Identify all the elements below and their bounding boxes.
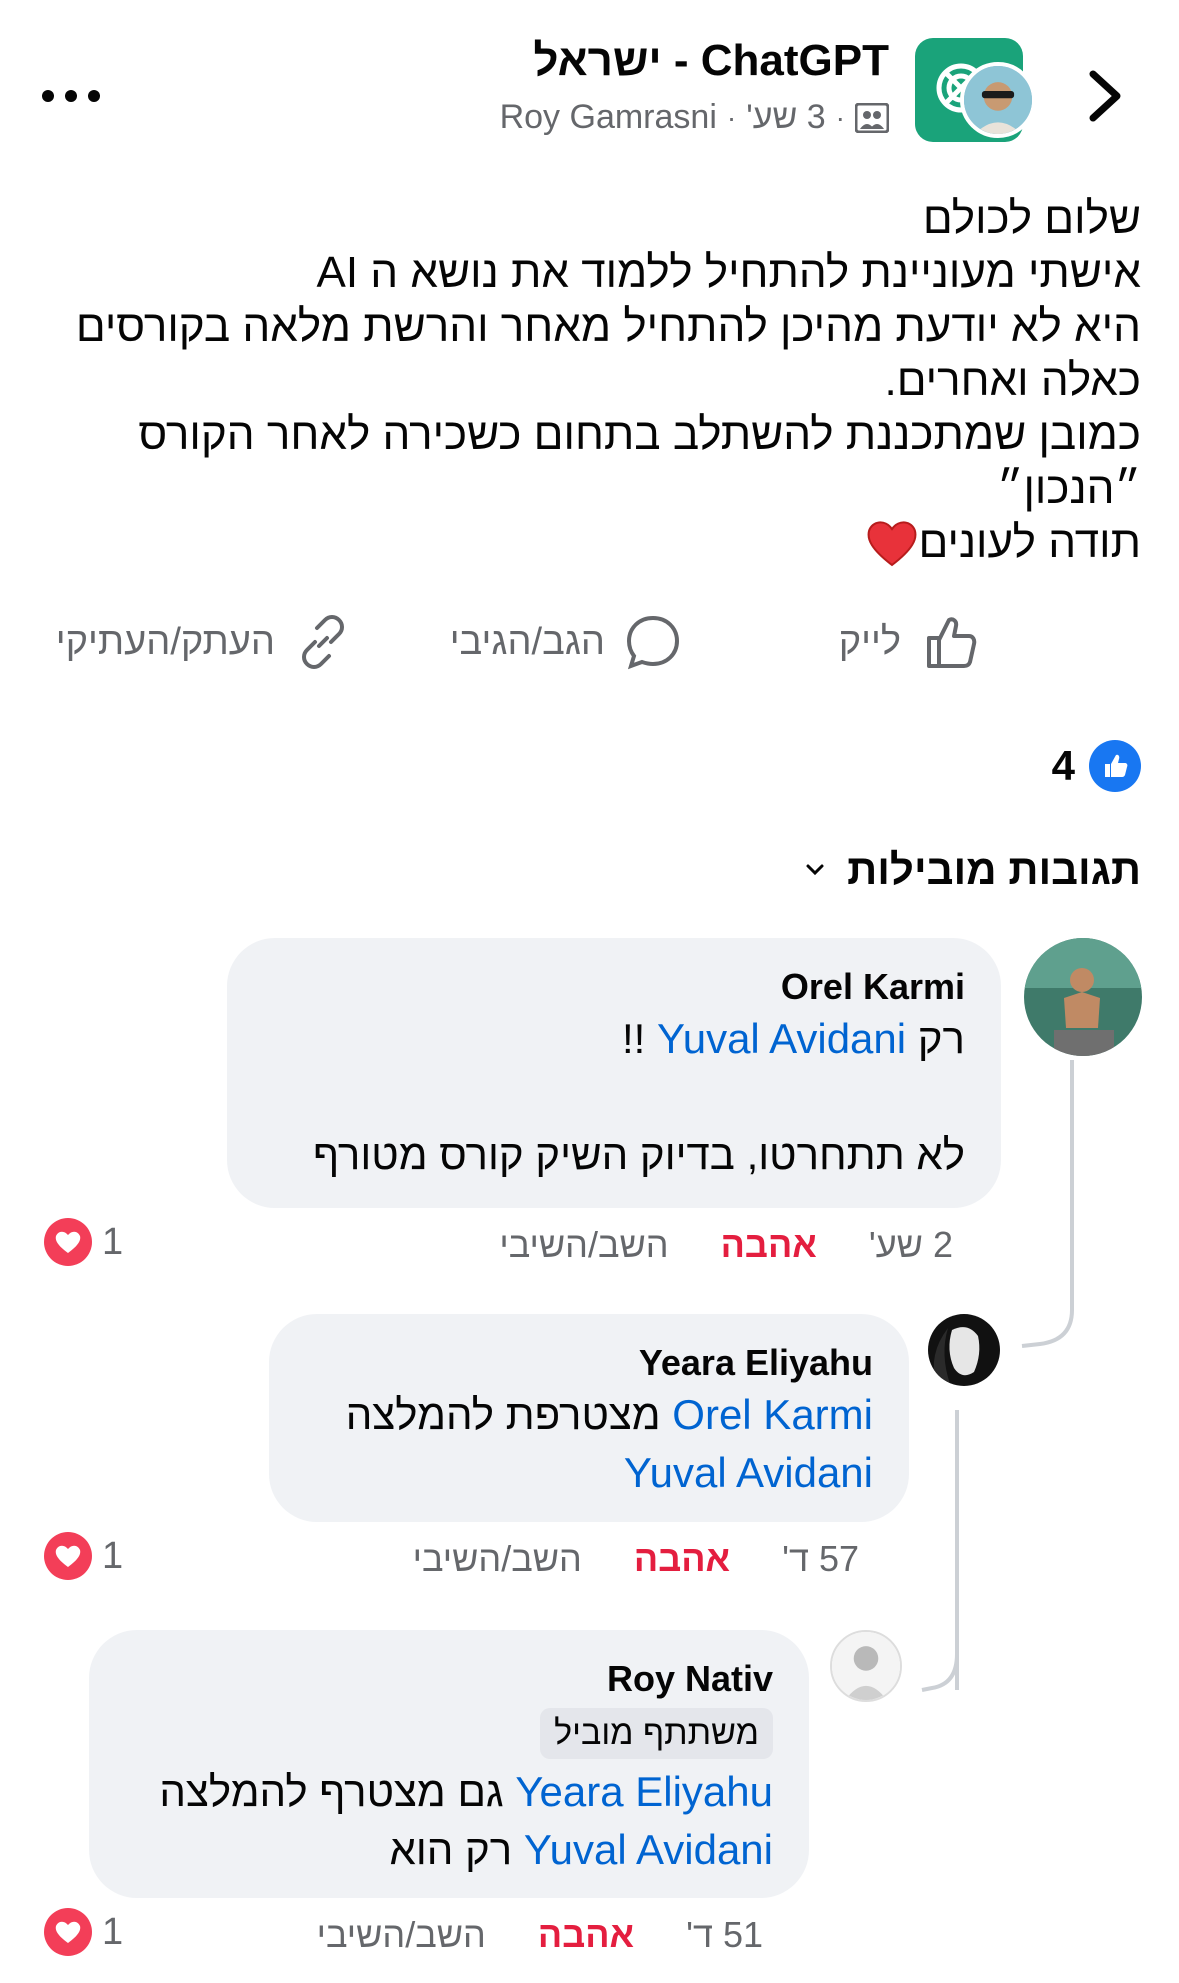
author-avatar[interactable] bbox=[960, 62, 1036, 138]
comment-time[interactable]: 57 ד' bbox=[782, 1538, 859, 1580]
mention-link[interactable]: Yeara Eliyahu bbox=[515, 1768, 773, 1815]
reaction-count: 1 bbox=[102, 1220, 124, 1263]
comment-actions: 2 שע' אהבה השב/השיבי bbox=[499, 1224, 953, 1266]
chevron-down-icon bbox=[806, 864, 824, 876]
comment-time[interactable]: 2 שע' bbox=[869, 1224, 953, 1266]
comment-text: לא תתחרטו, בדיוק השיק קורס מטורף bbox=[313, 1131, 965, 1178]
mention-link[interactable]: Orel Karmi bbox=[672, 1391, 873, 1438]
back-chevron-icon[interactable] bbox=[1085, 68, 1125, 124]
comment-bubble[interactable]: Yeara Eliyahu Orel Karmi מצטרפת להמלצה Y… bbox=[269, 1314, 909, 1522]
comment-bubble[interactable]: Orel Karmi רק Yuval Avidani !! לא תתחרטו… bbox=[227, 938, 1001, 1208]
like-reaction-icon bbox=[1089, 740, 1141, 792]
red-heart-emoji-icon bbox=[867, 521, 916, 567]
comment-actions: 57 ד' אהבה השב/השיבי bbox=[413, 1538, 859, 1580]
comment-text-part: מצטרפת להמלצה bbox=[345, 1391, 673, 1438]
commenter-avatar[interactable] bbox=[830, 1630, 902, 1702]
share-label: העתק/העתיקי bbox=[55, 620, 275, 663]
comment-text-part: גם מצטרף להמלצה bbox=[159, 1768, 516, 1815]
thread-branch bbox=[921, 1640, 959, 1692]
heart-icon bbox=[44, 1532, 92, 1580]
mention-link[interactable]: Yuval Avidani bbox=[524, 1826, 773, 1873]
post-text-content: שלום לכולם אישתי מעוניינת להתחיל ללמוד א… bbox=[75, 194, 1141, 567]
like-label: לייק bbox=[838, 620, 901, 663]
love-button[interactable]: אהבה bbox=[721, 1224, 817, 1266]
love-button[interactable]: אהבה bbox=[634, 1538, 730, 1580]
like-button[interactable]: לייק bbox=[839, 612, 979, 672]
share-button[interactable]: העתק/העתיקי bbox=[56, 612, 353, 672]
reaction-count: 4 bbox=[1051, 742, 1075, 789]
comments-sort-dropdown[interactable]: תגובות מובילות bbox=[805, 846, 1141, 894]
like-icon bbox=[927, 617, 977, 668]
comment-text-part: רק הוא bbox=[389, 1826, 524, 1873]
mention-link[interactable]: Yuval Avidani bbox=[657, 1015, 906, 1062]
link-share-icon bbox=[302, 615, 344, 669]
meta-separator: · bbox=[726, 101, 737, 133]
top-contributor-badge: משתתף מוביל bbox=[540, 1708, 773, 1759]
comment-reactions[interactable]: 1 bbox=[44, 1218, 123, 1266]
comment-text: רק Yuval Avidani !! bbox=[263, 1010, 965, 1068]
comment-text: Yuval Avidani רק הוא bbox=[125, 1821, 773, 1879]
commenter-avatar[interactable] bbox=[928, 1314, 1000, 1386]
love-button[interactable]: אהבה bbox=[538, 1914, 634, 1956]
comment-reactions[interactable]: 1 bbox=[44, 1532, 123, 1580]
comment-text-part: רק bbox=[906, 1015, 965, 1062]
comment-button[interactable]: הגב/הגיבי bbox=[450, 612, 683, 672]
thread-branch bbox=[1021, 1290, 1074, 1348]
comment-actions: 51 ד' אהבה השב/השיבי bbox=[317, 1914, 763, 1956]
reply-button[interactable]: השב/השיבי bbox=[499, 1224, 668, 1266]
comment-icon bbox=[626, 615, 680, 670]
reaction-summary[interactable]: 4 bbox=[1052, 740, 1141, 792]
comments-sort-label: תגובות מובילות bbox=[847, 846, 1141, 893]
comment-text: Yuval Avidani bbox=[305, 1444, 873, 1502]
reply-button[interactable]: השב/השיבי bbox=[413, 1538, 582, 1580]
commenter-name[interactable]: Orel Karmi bbox=[263, 964, 965, 1010]
commenter-name[interactable]: Roy Nativ bbox=[125, 1656, 773, 1702]
reaction-count: 1 bbox=[102, 1534, 124, 1577]
comment-text: Yeara Eliyahu גם מצטרף להמלצה bbox=[125, 1763, 773, 1821]
comment-text: Orel Karmi מצטרפת להמלצה bbox=[305, 1386, 873, 1444]
comment-label: הגב/הגיבי bbox=[449, 620, 605, 663]
meta-separator: · bbox=[835, 101, 845, 133]
reaction-count: 1 bbox=[102, 1910, 124, 1953]
heart-icon bbox=[44, 1908, 92, 1956]
comment-bubble[interactable]: Roy Nativ משתתף מוביל Yeara Eliyahu גם מ… bbox=[89, 1630, 809, 1898]
thread-line bbox=[1070, 1060, 1074, 1300]
mention-link[interactable]: Yuval Avidani bbox=[624, 1449, 873, 1496]
post-meta: · 3 שע' · Roy Gamrasni bbox=[500, 98, 889, 137]
comment-text-part: !! bbox=[622, 1015, 658, 1062]
group-icon bbox=[855, 102, 889, 133]
post-time[interactable]: 3 שע' bbox=[746, 98, 825, 137]
comment-reactions[interactable]: 1 bbox=[44, 1908, 123, 1956]
post-author[interactable]: Roy Gamrasni bbox=[500, 98, 717, 137]
comment-time[interactable]: 51 ד' bbox=[686, 1914, 763, 1956]
post-text: שלום לכולם אישתי מעוניינת להתחיל ללמוד א… bbox=[41, 192, 1141, 570]
group-name[interactable]: ChatGPT - ישראל bbox=[533, 36, 889, 86]
commenter-name[interactable]: Yeara Eliyahu bbox=[305, 1340, 873, 1386]
reply-button[interactable]: השב/השיבי bbox=[317, 1914, 486, 1956]
heart-icon bbox=[44, 1218, 92, 1266]
commenter-avatar[interactable] bbox=[1024, 938, 1142, 1056]
more-icon[interactable] bbox=[40, 88, 102, 104]
